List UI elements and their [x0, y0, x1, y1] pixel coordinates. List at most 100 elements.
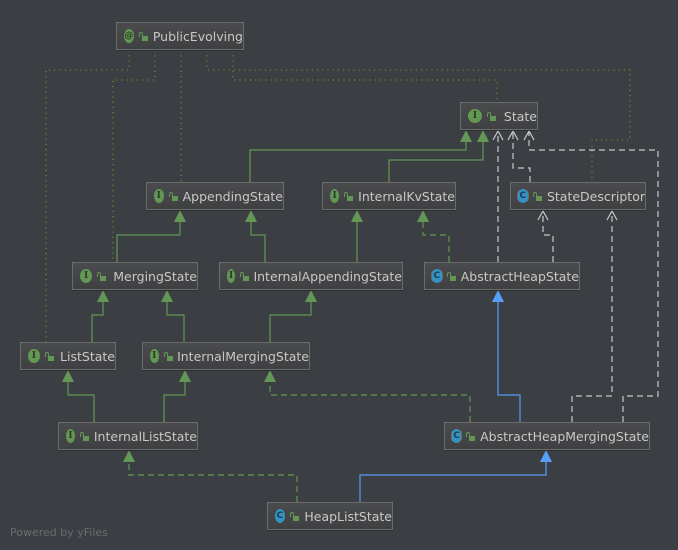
arrowhead-icon [492, 290, 504, 302]
arrowhead-icon [161, 290, 173, 302]
edge-line [206, 50, 631, 182]
interface-icon: I [330, 189, 340, 203]
node-internal-merging-state[interactable]: I InternalMergingState [142, 342, 310, 370]
public-visibility-icon [446, 271, 456, 281]
edge-line [45, 50, 130, 342]
node-label: AppendingState [182, 188, 283, 204]
node-internal-kv-state[interactable]: I InternalKvState [322, 182, 456, 210]
public-visibility-icon [168, 191, 178, 201]
node-public-evolving[interactable]: @ PublicEvolving [116, 22, 244, 50]
edge-extends-interface-InternalMergingState-to-InternalAppendingState [269, 290, 317, 342]
public-visibility-icon [344, 191, 354, 201]
edge-extends-interface-InternalListState-to-ListState [62, 370, 95, 422]
node-label: AbstractHeapState [460, 268, 579, 284]
edge-line [91, 300, 104, 342]
edge-line [250, 220, 266, 262]
powered-by-label: Powered by yFiles [10, 526, 108, 539]
node-list-state[interactable]: I ListState [20, 342, 116, 370]
arrowhead-icon [305, 290, 317, 302]
edge-extends-interface-AppendingState-to-State [249, 130, 472, 182]
edge-extends-interface-InternalKvState-to-State [388, 130, 489, 182]
node-abstract-heap-merging-state[interactable]: C AbstractHeapMergingState [444, 422, 650, 450]
edge-line [163, 380, 186, 422]
edge-dependency-AbstractHeapMergingState-to-StateDescriptor [571, 209, 618, 422]
arrowhead-icon [174, 210, 186, 222]
edge-line [232, 50, 498, 102]
node-state[interactable]: I State [460, 102, 538, 130]
abstract-class-icon: C [518, 189, 528, 203]
edge-extends-interface-InternalAppendingState-to-AppendingState [245, 210, 266, 262]
edge-line [249, 140, 467, 182]
node-internal-appending-state[interactable]: I InternalAppendingState [219, 262, 403, 290]
public-visibility-icon [138, 31, 148, 41]
public-visibility-icon [163, 351, 172, 361]
public-visibility-icon [466, 431, 476, 441]
node-label: InternalListState [93, 428, 197, 444]
node-label: ListState [60, 348, 115, 364]
edge-extends-interface-ListState-to-MergingState [91, 290, 109, 342]
edge-extends-interface-InternalMergingState-to-MergingState [161, 290, 185, 342]
edge-annotated-PublicEvolving-to-State [232, 50, 498, 102]
interface-icon: I [227, 269, 236, 283]
node-state-descriptor[interactable]: C StateDescriptor [510, 182, 646, 210]
public-visibility-icon [289, 511, 300, 521]
edge-annotated-PublicEvolving-to-StateDescriptor [206, 50, 631, 182]
edge-line [512, 130, 531, 182]
arrowhead-icon [351, 210, 363, 222]
arrowhead-icon [179, 370, 191, 382]
edge-line [128, 460, 298, 502]
node-internal-list-state[interactable]: I InternalListState [58, 422, 198, 450]
edge-line [112, 50, 156, 262]
node-heap-list-state[interactable]: C HeapListState [267, 502, 393, 530]
arrowhead-icon [245, 210, 257, 222]
node-label: MergingState [113, 268, 197, 284]
edge-extends-interface-InternalListState-to-InternalMergingState [163, 370, 191, 422]
node-label: InternalKvState [358, 188, 455, 204]
edge-extends-class-AbstractHeapMergingState-to-AbstractHeapState [492, 290, 521, 422]
interface-icon: I [150, 349, 159, 363]
edge-line [388, 140, 484, 182]
public-visibility-icon [240, 271, 250, 281]
public-visibility-icon [97, 271, 107, 281]
edge-line [67, 380, 95, 422]
edge-line [269, 380, 471, 422]
arrowhead-icon [540, 450, 552, 462]
interface-icon: I [28, 349, 40, 363]
node-label: HeapListState [304, 508, 392, 524]
edge-line [359, 460, 547, 502]
arrowhead-icon [123, 450, 135, 462]
node-label: AbstractHeapMergingState [480, 428, 649, 444]
interface-icon: I [66, 429, 76, 443]
node-merging-state[interactable]: I MergingState [72, 262, 198, 290]
edge-implements-HeapListState-to-InternalListState [123, 450, 298, 502]
edge-line [497, 300, 521, 422]
interface-icon: I [80, 269, 93, 283]
edge-dependency-AbstractHeapState-to-StateDescriptor [537, 209, 554, 262]
public-visibility-icon [80, 431, 89, 441]
arrowhead-icon [264, 370, 276, 382]
edge-extends-interface-MergingState-to-AppendingState [116, 210, 186, 262]
public-visibility-icon [486, 111, 496, 121]
class-icon: C [275, 509, 285, 523]
node-appending-state[interactable]: I AppendingState [146, 182, 284, 210]
arrowhead-icon [477, 130, 489, 142]
abstract-class-icon: C [452, 429, 462, 443]
interface-icon: I [468, 109, 482, 123]
arrowhead-icon [62, 370, 74, 382]
node-abstract-heap-state[interactable]: C AbstractHeapState [424, 262, 580, 290]
edge-extends-class-HeapListState-to-AbstractHeapMergingState [359, 450, 552, 502]
edge-line [116, 220, 181, 262]
edge-annotated-PublicEvolving-to-ListState [45, 50, 130, 342]
interface-icon: I [154, 189, 164, 203]
edge-dependency-AbstractHeapState-to-State [492, 129, 504, 262]
edge-line [269, 300, 312, 342]
edge-dependency-StateDescriptor-to-State [507, 129, 531, 182]
arrowhead-icon [97, 290, 109, 302]
edge-implements-AbstractHeapState-to-InternalKvState [417, 210, 450, 262]
edge-line [571, 210, 613, 422]
edge-extends-interface-InternalAppendingState-to-InternalKvState [351, 210, 363, 262]
arrowhead-icon [460, 130, 472, 142]
edge-implements-AbstractHeapMergingState-to-InternalMergingState [264, 370, 471, 422]
node-label: InternalAppendingState [253, 268, 402, 284]
public-visibility-icon [532, 191, 543, 201]
